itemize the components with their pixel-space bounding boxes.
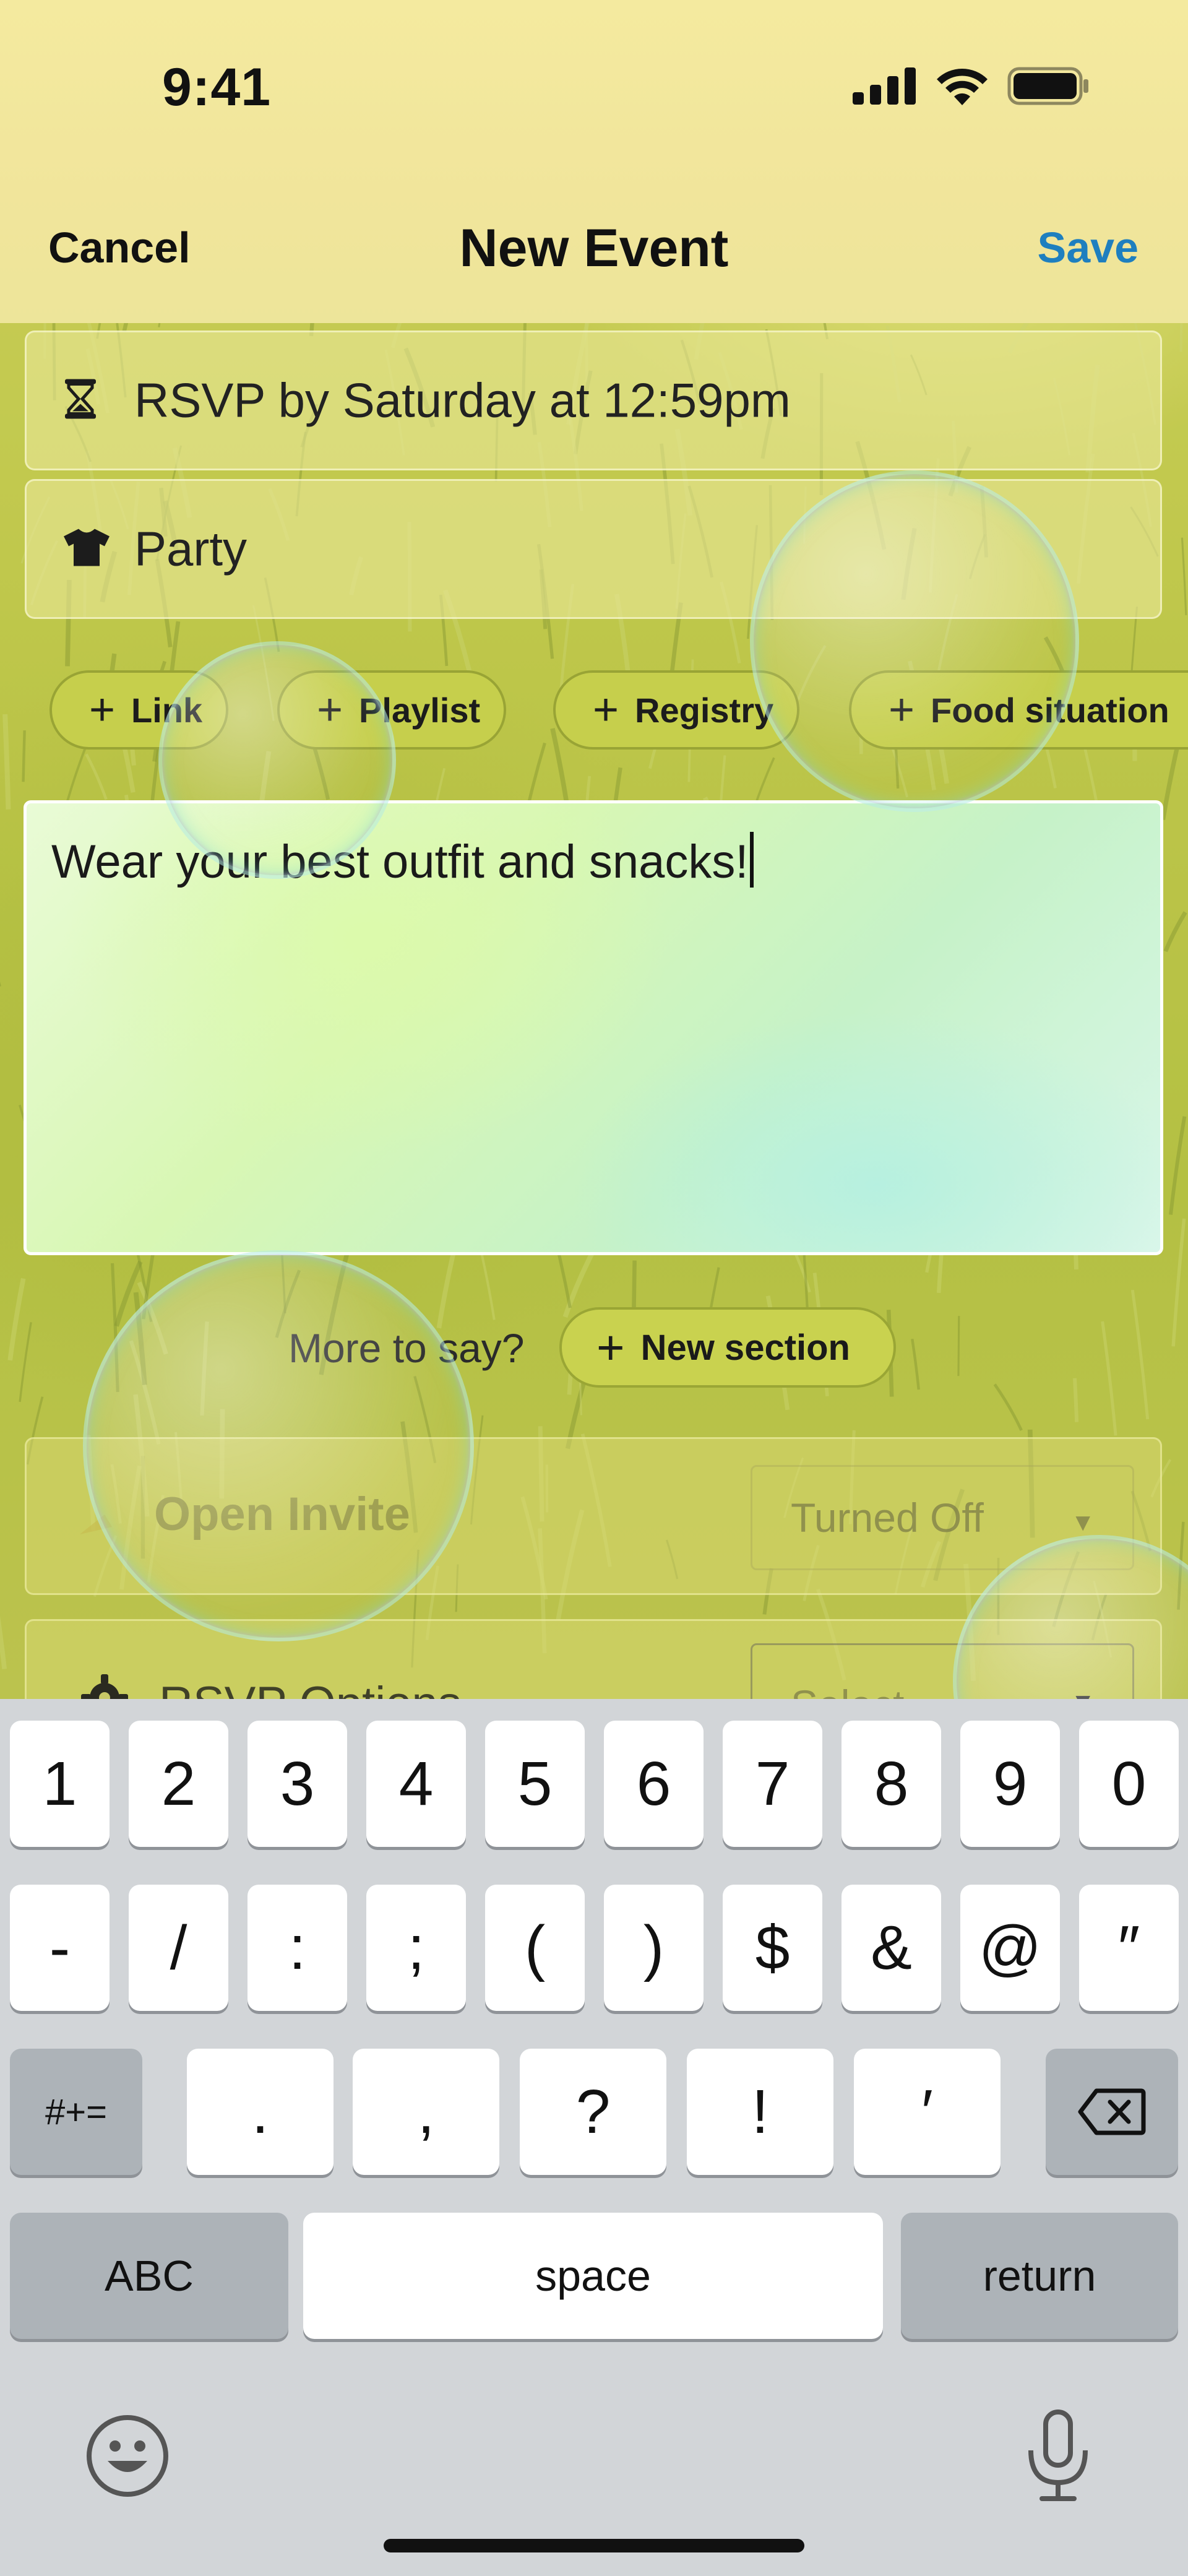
signal-icon [853,67,916,105]
chip-label: Registry [635,690,774,730]
more-to-say-label: More to say? [288,1325,525,1371]
key-9[interactable]: 9 [960,1721,1060,1847]
microphone-icon [1028,2410,1088,2501]
key-comma[interactable]: , [353,2049,499,2175]
numeric-keyboard: 1 2 3 4 5 6 7 8 9 0 - / : ; ( ) $ & @ ″ … [0,1699,1188,2576]
key-ampersand[interactable]: & [842,1885,941,2011]
key-at[interactable]: @ [960,1885,1060,2011]
battery-icon [1007,67,1088,105]
dropdown-caret-icon: ▼ [1070,1509,1095,1536]
status-icons [853,67,1089,105]
key-question[interactable]: ? [520,2049,666,2175]
add-link-chip[interactable]: + Link [50,670,229,750]
chip-label: Playlist [359,690,481,730]
key-5[interactable]: 5 [485,1721,585,1847]
open-invite-select[interactable]: Turned Off ▼ [751,1465,1134,1570]
chip-label: Link [131,690,203,730]
dress-code-text: Party [134,521,248,576]
rsvp-deadline-text: RSVP by Saturday at 12:59pm [134,373,791,428]
key-7[interactable]: 7 [723,1721,822,1847]
dress-code-row[interactable]: Party [25,479,1162,619]
home-indicator [384,2539,804,2552]
key-hyphen[interactable]: - [10,1885,110,2011]
key-close-paren[interactable]: ) [604,1885,704,2011]
key-period[interactable]: . [187,2049,334,2175]
key-apostrophe[interactable]: ′ [854,2049,1001,2175]
open-invite-row[interactable]: Open Invite Turned Off ▼ [25,1437,1162,1595]
add-registry-chip[interactable]: + Registry [553,670,800,750]
party-popper-icon [80,1515,112,1534]
key-4[interactable]: 4 [366,1721,466,1847]
key-open-paren[interactable]: ( [485,1885,585,2011]
key-exclamation[interactable]: ! [687,2049,833,2175]
return-key[interactable]: return [901,2213,1178,2339]
text-caret [749,832,754,888]
symbols-key[interactable]: #+= [10,2049,142,2175]
key-dollar[interactable]: $ [723,1885,822,2011]
new-section-label: New section [640,1327,850,1368]
key-1[interactable]: 1 [10,1721,110,1847]
key-8[interactable]: 8 [842,1721,941,1847]
plus-icon: + [596,1320,625,1375]
key-slash[interactable]: / [129,1885,228,2011]
key-0[interactable]: 0 [1079,1721,1179,1847]
status-time: 9:41 [162,58,272,117]
chip-label: Food situation [931,690,1169,730]
delete-key[interactable] [1046,2049,1178,2175]
plus-icon: + [89,685,116,735]
tshirt-icon [64,529,110,569]
key-semicolon[interactable]: ; [366,1885,466,2011]
wifi-icon [937,69,988,105]
space-key[interactable]: space [303,2213,883,2339]
header: 9:41 Cancel New Event Save [0,0,1188,323]
key-6[interactable]: 6 [604,1721,704,1847]
open-invite-label: Open Invite [154,1488,410,1541]
page-title: New Event [459,218,729,278]
add-food-situation-chip[interactable]: + Food situation [849,670,1188,750]
plus-icon: + [317,685,343,735]
plus-icon: + [593,685,619,735]
rsvp-deadline-row[interactable]: RSVP by Saturday at 12:59pm [25,331,1162,470]
emoji-button[interactable] [85,2414,170,2501]
new-section-button[interactable]: + New section [559,1307,896,1388]
add-playlist-chip[interactable]: + Playlist [277,670,507,750]
dictation-button[interactable] [1026,2410,1090,2505]
emoji-icon [87,2415,168,2497]
key-3[interactable]: 3 [248,1721,347,1847]
plus-icon: + [889,685,915,735]
key-colon[interactable]: : [248,1885,347,2011]
backspace-icon [1078,2088,1146,2135]
description-textarea[interactable]: Wear your best outfit and snacks! [24,800,1163,1255]
save-button[interactable]: Save [1038,223,1138,272]
description-text: Wear your best outfit and snacks! [51,836,749,888]
abc-key[interactable]: ABC [10,2213,288,2339]
key-2[interactable]: 2 [129,1721,228,1847]
key-quote[interactable]: ″ [1079,1885,1179,2011]
open-invite-value: Turned Off [791,1495,984,1541]
hourglass-icon [64,379,97,422]
